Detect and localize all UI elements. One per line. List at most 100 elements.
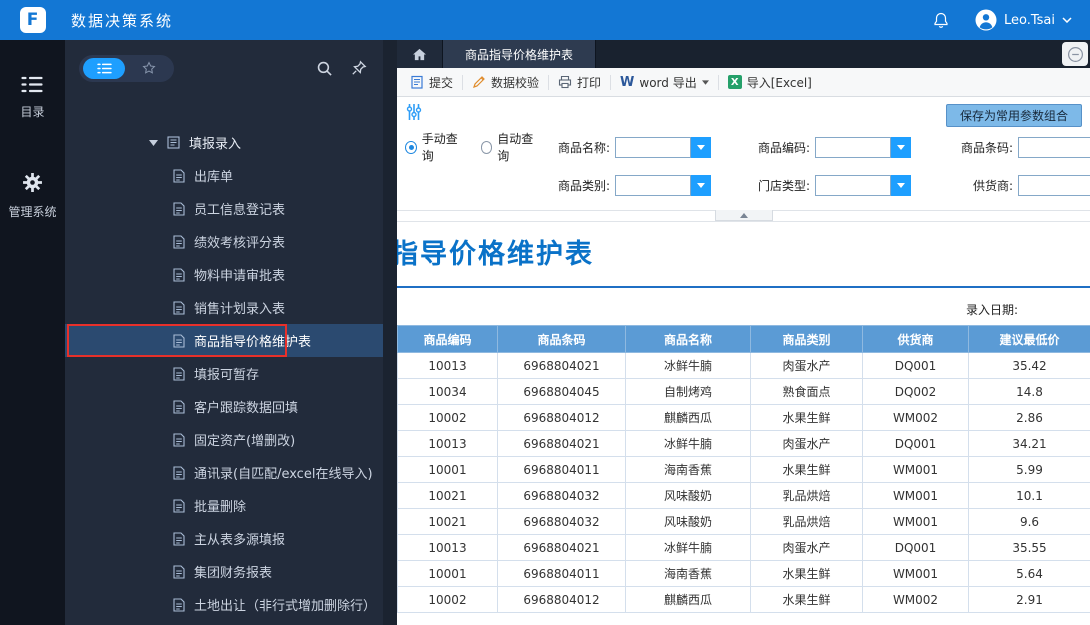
- cell-product-category[interactable]: 肉蛋水产: [750, 534, 863, 561]
- cell-product-name[interactable]: 冰鲜牛腩: [625, 534, 751, 561]
- tab-home[interactable]: [397, 40, 443, 68]
- cell-product-name[interactable]: 风味酸奶: [625, 508, 751, 535]
- sidebar-tree-item[interactable]: 销售计划录入表: [65, 291, 383, 324]
- combo-dropdown-button[interactable]: [691, 174, 711, 196]
- cell-product-barcode[interactable]: 6968804012: [497, 586, 626, 613]
- tree-view-button[interactable]: [83, 57, 125, 79]
- cell-product-name[interactable]: 麒麟西瓜: [625, 586, 751, 613]
- product-name-input[interactable]: [615, 136, 691, 158]
- cell-product-code[interactable]: 10021: [397, 508, 498, 535]
- cell-suggested-min-price[interactable]: 34.21: [968, 430, 1090, 457]
- cell-supplier[interactable]: DQ001: [862, 352, 969, 379]
- cell-suggested-min-price[interactable]: 2.86: [968, 404, 1090, 431]
- cell-supplier[interactable]: WM001: [862, 482, 969, 509]
- cell-product-code[interactable]: 10001: [397, 456, 498, 483]
- manual-query-radio[interactable]: 手动查询: [405, 130, 465, 164]
- cell-suggested-min-price[interactable]: 10.1: [968, 482, 1090, 509]
- cell-suggested-min-price[interactable]: 9.6: [968, 508, 1090, 535]
- cell-product-category[interactable]: 肉蛋水产: [750, 352, 863, 379]
- filter-sliders-icon[interactable]: [406, 103, 422, 121]
- print-button[interactable]: 打印: [549, 68, 610, 96]
- cell-product-code[interactable]: 10034: [397, 378, 498, 405]
- sidebar-tree-item[interactable]: 集团财务报表: [65, 555, 383, 588]
- word-export-button[interactable]: W word 导出: [611, 68, 718, 96]
- cell-product-name[interactable]: 冰鲜牛腩: [625, 430, 751, 457]
- cell-product-category[interactable]: 乳品烘焙: [750, 482, 863, 509]
- cell-product-name[interactable]: 自制烤鸡: [625, 378, 751, 405]
- cell-product-code[interactable]: 10002: [397, 586, 498, 613]
- product-name-combobox[interactable]: [615, 136, 711, 158]
- combo-dropdown-button[interactable]: [891, 174, 911, 196]
- auto-query-radio[interactable]: 自动查询: [480, 130, 541, 164]
- supplier-input[interactable]: [1018, 174, 1090, 196]
- cell-product-category[interactable]: 水果生鲜: [750, 586, 863, 613]
- import-excel-button[interactable]: X 导入[Excel]: [719, 68, 821, 96]
- product-code-input[interactable]: [815, 136, 891, 158]
- product-barcode-input[interactable]: [1018, 136, 1090, 158]
- supplier-combobox[interactable]: [1018, 174, 1090, 196]
- combo-dropdown-button[interactable]: [891, 136, 911, 158]
- user-menu[interactable]: Leo.Tsai: [975, 9, 1072, 31]
- bell-icon[interactable]: [933, 12, 949, 29]
- product-category-input[interactable]: [615, 174, 691, 196]
- search-icon[interactable]: [316, 60, 333, 77]
- cell-product-code[interactable]: 10021: [397, 482, 498, 509]
- sidebar-collapse-strip[interactable]: [383, 40, 397, 625]
- sidebar-tree-item[interactable]: 固定资产(增删改): [65, 423, 383, 456]
- cell-supplier[interactable]: DQ001: [862, 430, 969, 457]
- combo-dropdown-button[interactable]: [691, 136, 711, 158]
- cell-product-category[interactable]: 乳品烘焙: [750, 508, 863, 535]
- favorites-view-button[interactable]: [128, 58, 170, 79]
- sidebar-tree-item[interactable]: 土地出让（非行式增加删除行）: [65, 588, 383, 621]
- product-code-combobox[interactable]: [815, 136, 911, 158]
- sidebar-tree-item[interactable]: 客户跟踪数据回填: [65, 390, 383, 423]
- cell-supplier[interactable]: WM001: [862, 560, 969, 587]
- sidebar-tree-item[interactable]: 商品指导价格维护表: [65, 324, 383, 357]
- cell-product-name[interactable]: 海南香蕉: [625, 560, 751, 587]
- cell-supplier[interactable]: WM002: [862, 404, 969, 431]
- submit-button[interactable]: 提交: [401, 68, 462, 96]
- cell-suggested-min-price[interactable]: 35.42: [968, 352, 1090, 379]
- rail-item-directory[interactable]: 目录: [20, 76, 45, 120]
- cell-product-barcode[interactable]: 6968804011: [497, 560, 626, 587]
- cell-product-barcode[interactable]: 6968804021: [497, 534, 626, 561]
- cell-product-code[interactable]: 10002: [397, 404, 498, 431]
- product-barcode-combobox[interactable]: [1018, 136, 1090, 158]
- cell-suggested-min-price[interactable]: 5.64: [968, 560, 1090, 587]
- collapse-params-handle[interactable]: [714, 210, 773, 221]
- cell-product-category[interactable]: 水果生鲜: [750, 404, 863, 431]
- cell-suggested-min-price[interactable]: 2.91: [968, 586, 1090, 613]
- cell-product-name[interactable]: 海南香蕉: [625, 456, 751, 483]
- cell-product-code[interactable]: 10013: [397, 352, 498, 379]
- cell-suggested-min-price[interactable]: 35.55: [968, 534, 1090, 561]
- tab-active[interactable]: 商品指导价格维护表: [443, 40, 597, 68]
- cell-supplier[interactable]: DQ002: [862, 378, 969, 405]
- sidebar-tree-item[interactable]: 出库单: [65, 159, 383, 192]
- sidebar-tree-item[interactable]: 员工信息登记表: [65, 192, 383, 225]
- cell-product-barcode[interactable]: 6968804032: [497, 482, 626, 509]
- store-type-combobox[interactable]: [815, 174, 911, 196]
- cell-product-category[interactable]: 水果生鲜: [750, 560, 863, 587]
- cell-product-barcode[interactable]: 6968804032: [497, 508, 626, 535]
- cell-product-code[interactable]: 10001: [397, 560, 498, 587]
- tree-root-folder[interactable]: 填报录入: [65, 126, 383, 159]
- collapse-tabs-button[interactable]: [1062, 42, 1088, 66]
- cell-supplier[interactable]: WM002: [862, 586, 969, 613]
- cell-product-barcode[interactable]: 6968804012: [497, 404, 626, 431]
- cell-product-barcode[interactable]: 6968804011: [497, 456, 626, 483]
- cell-product-category[interactable]: 熟食面点: [750, 378, 863, 405]
- sidebar-tree-item[interactable]: 主从表多源填报: [65, 522, 383, 555]
- sidebar-tree-item[interactable]: 物料申请审批表: [65, 258, 383, 291]
- cell-suggested-min-price[interactable]: 14.8: [968, 378, 1090, 405]
- save-param-combo-button[interactable]: 保存为常用参数组合: [945, 104, 1082, 127]
- cell-product-barcode[interactable]: 6968804045: [497, 378, 626, 405]
- sidebar-tree-item[interactable]: 批量删除: [65, 489, 383, 522]
- cell-supplier[interactable]: WM001: [862, 456, 969, 483]
- cell-supplier[interactable]: WM001: [862, 508, 969, 535]
- validate-button[interactable]: 数据校验: [463, 68, 548, 96]
- cell-product-name[interactable]: 冰鲜牛腩: [625, 352, 751, 379]
- rail-item-admin[interactable]: 管理系统: [8, 172, 57, 220]
- sidebar-tree-item[interactable]: 填报可暂存: [65, 357, 383, 390]
- cell-product-name[interactable]: 麒麟西瓜: [625, 404, 751, 431]
- cell-product-barcode[interactable]: 6968804021: [497, 352, 626, 379]
